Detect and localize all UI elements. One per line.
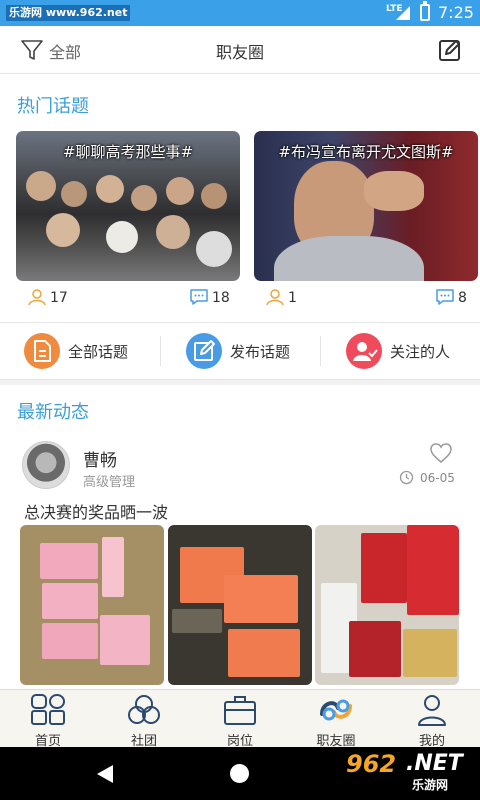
post-photo[interactable] <box>20 525 164 685</box>
clock-icon <box>399 470 414 485</box>
site-label: 乐游网 www.962.net <box>6 5 131 21</box>
briefcase-icon <box>224 696 256 725</box>
tab-club[interactable]: 社团 <box>96 690 192 749</box>
hot-topics-title: 热门话题 <box>17 96 89 117</box>
clock-time: 7:25 <box>438 3 474 22</box>
friends-circle-icon <box>320 699 352 721</box>
divider <box>160 336 161 366</box>
app-header: 全部 职友圈 <box>0 26 480 74</box>
tab-friends-circle[interactable]: 职友圈 <box>288 690 384 749</box>
topic-hashtag: #聊聊高考那些事# <box>62 143 194 161</box>
tab-jobs[interactable]: 岗位 <box>192 690 288 749</box>
tab-home[interactable]: 首页 <box>0 690 96 749</box>
topic-card-gaokao[interactable]: #聊聊高考那些事# <box>16 131 240 281</box>
post-date: 06-05 <box>420 471 455 485</box>
latest-title: 最新动态 <box>17 402 89 423</box>
user-icon <box>28 289 46 306</box>
post-text: 总决赛的奖品晒一波 <box>24 503 169 522</box>
avatar[interactable] <box>22 441 70 489</box>
heart-icon[interactable] <box>430 443 452 463</box>
status-bar: 乐游网 www.962.net LTE 7:25 <box>0 0 480 26</box>
watermark-brand: 962 <box>346 750 397 778</box>
comments-count: 8 <box>458 290 467 306</box>
battery-icon <box>420 1 430 21</box>
bottom-tab-bar: 首页 社团 岗位 职友圈 我的 <box>0 689 480 749</box>
comment-icon <box>190 289 208 305</box>
followers-count: 1 <box>288 290 297 306</box>
post-username[interactable]: 曹畅 <box>83 446 117 471</box>
club-icon <box>128 695 160 724</box>
topic-hashtag: #布冯宣布离开尤文图斯# <box>278 143 454 161</box>
signal-icon <box>396 6 410 20</box>
topic-card-buffon[interactable]: #布冯宣布离开尤文图斯# <box>254 131 478 281</box>
post-user-role: 高级管理 <box>83 475 136 490</box>
post-photo[interactable] <box>315 525 459 685</box>
edit-icon <box>186 333 222 369</box>
document-icon <box>24 333 60 369</box>
page-title: 职友圈 <box>215 43 264 62</box>
action-label: 关注的人 <box>390 343 451 361</box>
divider <box>0 322 480 323</box>
topic-comments: 18 <box>190 288 240 308</box>
tab-profile[interactable]: 我的 <box>384 690 480 749</box>
edit-icon[interactable] <box>438 38 462 62</box>
action-label: 发布话题 <box>230 343 291 361</box>
all-topics-button[interactable]: 全部话题 <box>24 333 154 369</box>
divider <box>320 336 321 366</box>
profile-icon <box>418 695 446 726</box>
topic-followers: 17 <box>28 288 88 308</box>
topic-comments: 8 <box>436 288 476 308</box>
publish-topic-button[interactable]: 发布话题 <box>186 333 316 369</box>
home-grid-icon <box>31 694 65 725</box>
home-button[interactable] <box>230 764 249 783</box>
user-icon <box>266 289 284 306</box>
post-photo[interactable] <box>168 525 312 685</box>
comment-icon <box>436 289 454 305</box>
watermark-suffix: .NET <box>406 751 463 776</box>
user-check-icon <box>346 333 382 369</box>
divider <box>0 379 480 380</box>
comments-count: 18 <box>212 290 230 306</box>
watermark-logo: 962 .NET 乐游网 <box>340 750 478 798</box>
followers-count: 17 <box>50 290 68 306</box>
action-label: 全部话题 <box>68 343 129 361</box>
topic-followers: 1 <box>266 288 316 308</box>
watermark-sub: 乐游网 <box>412 778 449 792</box>
back-icon[interactable] <box>96 764 114 784</box>
following-button[interactable]: 关注的人 <box>346 333 476 369</box>
